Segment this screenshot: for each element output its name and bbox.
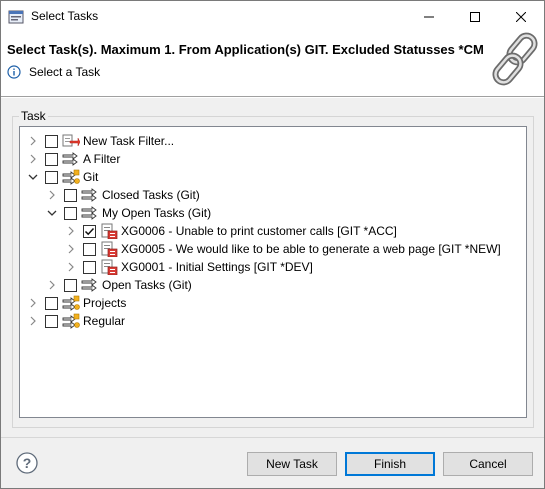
- tree-item-checkbox[interactable]: [45, 296, 58, 310]
- help-icon[interactable]: ?: [16, 452, 38, 474]
- chevron-right-icon[interactable]: [45, 188, 59, 202]
- task-icon: [101, 223, 118, 239]
- tree-item-label: XG0006 - Unable to print customer calls …: [121, 224, 397, 238]
- tree-item-checkbox[interactable]: [45, 170, 58, 184]
- dialog-title: Select Task(s). Maximum 1. From Applicat…: [7, 42, 484, 57]
- minimize-icon: [424, 16, 434, 17]
- tree-item-checkbox[interactable]: [64, 188, 77, 202]
- task-icon: [101, 241, 118, 257]
- svg-text:?: ?: [23, 455, 32, 471]
- tree-item[interactable]: A Filter: [26, 150, 120, 168]
- tree-item[interactable]: Projects: [26, 294, 126, 312]
- tree-item-checkbox[interactable]: [45, 314, 58, 328]
- task-tree[interactable]: New Task Filter... A Filter Git Closed Task…: [19, 126, 527, 418]
- chevron-right-icon[interactable]: [64, 242, 78, 256]
- tree-item-checkbox[interactable]: [45, 134, 58, 148]
- tree-item-checkbox[interactable]: [83, 242, 96, 256]
- tree-item[interactable]: XG0001 - Initial Settings [GIT *DEV]: [64, 258, 313, 276]
- maximize-icon: [470, 11, 480, 22]
- filter-icon: [62, 152, 78, 166]
- new-filter-icon: [62, 134, 80, 147]
- app-folder-icon: [62, 295, 80, 311]
- task-group-label: Task: [19, 109, 48, 123]
- tree-item-label: XG0001 - Initial Settings [GIT *DEV]: [121, 260, 313, 274]
- tree-item-checkbox[interactable]: [45, 152, 58, 166]
- tree-item[interactable]: XG0006 - Unable to print customer calls …: [64, 222, 397, 240]
- tree-item-label: XG0005 - We would like to be able to gen…: [121, 242, 501, 256]
- close-button[interactable]: [498, 1, 544, 32]
- select-tasks-dialog: Select Tasks Select Task(s). Maximum 1. …: [0, 0, 545, 489]
- tree-item-label: New Task Filter...: [83, 134, 175, 148]
- app-folder-icon: [62, 169, 80, 185]
- chevron-right-icon[interactable]: [64, 260, 78, 274]
- chevron-right-icon[interactable]: [26, 314, 40, 328]
- tree-item-checkbox[interactable]: [83, 260, 96, 274]
- minimize-button[interactable]: [406, 1, 452, 32]
- tree-item[interactable]: My Open Tasks (Git): [45, 204, 211, 222]
- chevron-down-icon[interactable]: [26, 170, 40, 184]
- info-icon: [7, 65, 21, 79]
- tree-item-label: Projects: [83, 296, 127, 310]
- tree-item-checkbox[interactable]: [83, 224, 96, 238]
- chevron-right-icon[interactable]: [26, 296, 40, 310]
- chain-links-icon: [492, 32, 538, 86]
- chevron-right-icon[interactable]: [45, 278, 59, 292]
- tree-item-label: Regular: [83, 314, 126, 328]
- dialog-header: Select Task(s). Maximum 1. From Applicat…: [1, 32, 544, 96]
- finish-button[interactable]: Finish: [345, 452, 435, 476]
- chevron-right-icon[interactable]: [26, 134, 40, 148]
- tree-item-checkbox[interactable]: [64, 278, 77, 292]
- new-task-button[interactable]: New Task: [247, 452, 337, 476]
- tree-item[interactable]: New Task Filter...: [26, 132, 174, 150]
- close-icon: [516, 11, 526, 22]
- header-message-text: Select a Task: [29, 65, 101, 79]
- tree-item-checkbox[interactable]: [64, 206, 77, 220]
- filter-icon: [81, 188, 97, 202]
- filter-icon: [81, 206, 97, 220]
- chevron-right-icon[interactable]: [26, 152, 40, 166]
- button-bar-separator: [1, 437, 544, 438]
- chevron-right-icon[interactable]: [64, 224, 78, 238]
- tree-item-label: My Open Tasks (Git): [102, 206, 212, 220]
- app-icon: [8, 10, 24, 24]
- tree-item-label: Open Tasks (Git): [102, 278, 192, 292]
- task-icon: [101, 259, 118, 275]
- header-separator-highlight: [1, 97, 544, 98]
- title-bar: Select Tasks: [1, 1, 544, 32]
- tree-item-label: A Filter: [83, 152, 121, 166]
- tree-item[interactable]: Regular: [26, 312, 125, 330]
- app-folder-icon: [62, 313, 80, 329]
- header-message: Select a Task: [7, 65, 100, 79]
- tree-item[interactable]: XG0005 - We would like to be able to gen…: [64, 240, 501, 258]
- chevron-down-icon[interactable]: [45, 206, 59, 220]
- maximize-button[interactable]: [452, 1, 498, 32]
- cancel-button[interactable]: Cancel: [443, 452, 533, 476]
- filter-icon: [81, 278, 97, 292]
- tree-item[interactable]: Open Tasks (Git): [45, 276, 192, 294]
- tree-item-label: Git: [83, 170, 99, 184]
- tree-item-label: Closed Tasks (Git): [102, 188, 200, 202]
- tree-item[interactable]: Closed Tasks (Git): [45, 186, 200, 204]
- window-title: Select Tasks: [31, 9, 99, 23]
- tree-item[interactable]: Git: [26, 168, 98, 186]
